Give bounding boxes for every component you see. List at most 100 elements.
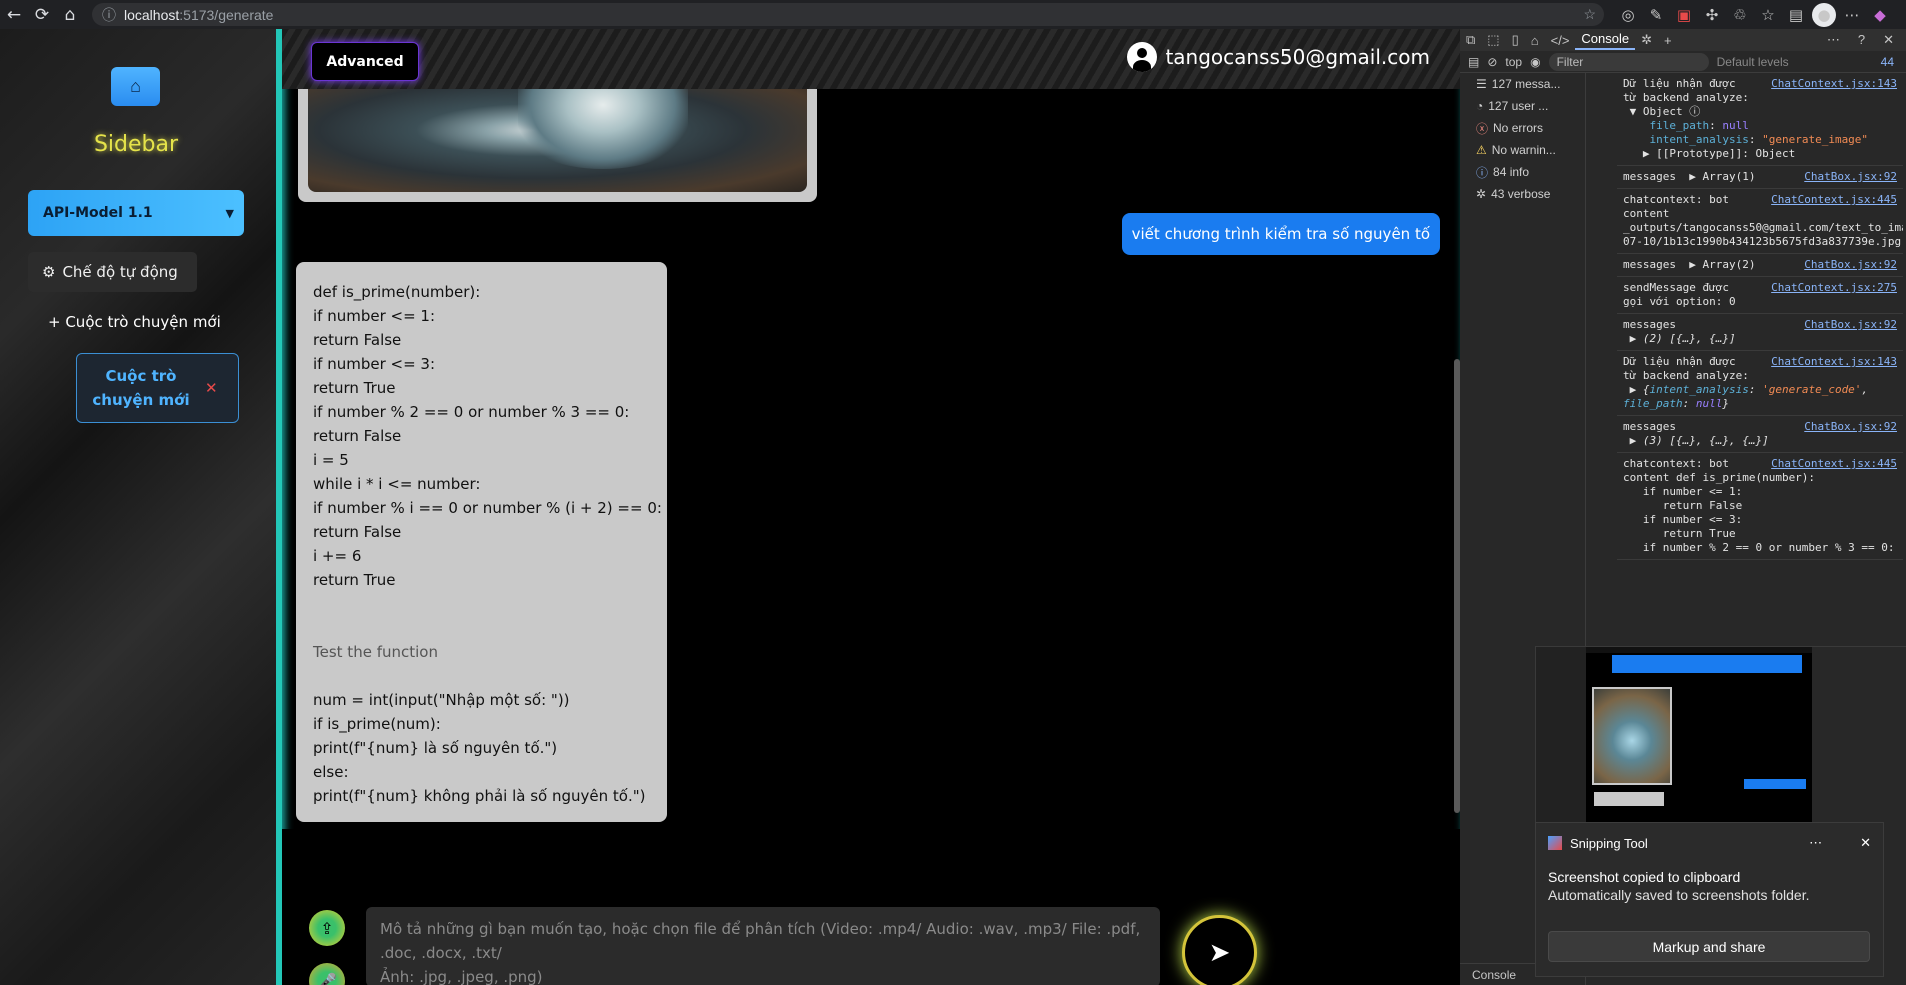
code-line: i += 6 [313,547,362,565]
sidebar-toggle-icon[interactable]: ▤ [1468,55,1479,69]
bookmark-star-icon[interactable]: ☆ [1583,6,1596,23]
info-icon: ⓘ [1476,165,1489,180]
clear-console-icon[interactable]: ⊘ [1487,55,1497,69]
eye-icon[interactable]: ◉ [1530,55,1540,69]
console-filter-item[interactable]: ✲ 43 verbose [1460,183,1585,205]
console-filter-label: 43 verbose [1491,187,1551,201]
home-icon[interactable]: ⌂ [56,0,84,29]
favorites-icon[interactable]: ☆ [1756,3,1780,27]
code-line: if number <= 1: [313,307,436,325]
send-button[interactable]: ➤ [1182,915,1257,985]
advanced-button[interactable]: Advanced [311,42,419,81]
chevron-down-icon: ▼ [225,206,234,220]
context-select[interactable]: top [1505,55,1522,69]
copilot-icon[interactable]: ◆ [1868,3,1892,27]
extension-icon[interactable]: ▣ [1672,3,1696,27]
delete-chat-icon[interactable]: ✕ [205,379,218,397]
debugger-icon[interactable]: ✲ [1635,32,1658,48]
close-icon[interactable]: ✕ [1877,32,1900,48]
code-line: print(f"{num} là số nguyên tố.") [313,739,558,757]
console-filter-item[interactable]: ⓧ No errors [1460,117,1585,139]
screenshot-thumbnail[interactable] [1535,646,1906,823]
source-link[interactable]: ChatContext.jsx:445 [1771,193,1897,207]
browser-toolbar: ← ⟳ ⌂ ⓘ localhost:5173/generate ☆ ◎ ✎ ▣ … [0,0,1906,29]
home-button[interactable]: ⌂ [111,67,160,106]
profile-avatar[interactable]: ● [1812,2,1836,27]
filter-placeholder: Filter [1556,54,1584,69]
bot-code-message: def is_prime(number): if number <= 1: re… [296,262,667,822]
sidebar: ⌂ Sidebar API-Model 1.1 ▼ ⚙ Chế độ tự độ… [0,29,276,985]
source-link[interactable]: ChatContext.jsx:143 [1771,355,1897,369]
new-chat-button[interactable]: + Cuộc trò chuyện mới [48,313,221,331]
attach-file-button[interactable]: ⇪ [309,910,345,946]
pen-icon[interactable]: ✎ [1644,3,1668,27]
model-select[interactable]: API-Model 1.1 ▼ [28,190,244,236]
source-link[interactable]: ChatBox.jsx:92 [1804,318,1897,332]
warning-icon: ⚠ [1476,143,1487,157]
bug-icon: ✲ [1476,187,1487,201]
reload-icon[interactable]: ⟳ [28,0,56,29]
auto-mode-button[interactable]: ⚙ Chế độ tự động [28,252,197,292]
source-link[interactable]: ChatContext.jsx:143 [1771,77,1897,91]
code-line: return False [313,331,402,349]
code-line: else: [313,763,349,781]
toast-message: Screenshot copied to clipboard [1548,869,1741,885]
extension-icon[interactable]: ◎ [1616,3,1640,27]
elements-icon[interactable]: </> [1545,33,1576,48]
console-filter-item[interactable]: ⓘ 84 info [1460,161,1585,183]
generated-image[interactable] [308,89,807,192]
chat-item-label-line1: Cuộc trò [105,367,177,385]
console-filter-item[interactable]: ⚠ No warnin... [1460,139,1585,161]
console-filter-item[interactable]: ◔ 127 user ... [1460,95,1585,117]
toast-title: Snipping Tool [1570,835,1648,851]
prompt-input[interactable]: Mô tả những gì bạn muốn tạo, hoặc chọn f… [366,907,1160,985]
add-tab-icon[interactable]: + [1658,33,1678,48]
dock-icon[interactable]: ▯ [1506,32,1525,48]
markup-and-share-button[interactable]: Markup and share [1548,931,1870,962]
thumbnail-message [1594,792,1664,806]
console-filter-label: 84 info [1493,165,1530,179]
filter-input[interactable]: Filter [1548,52,1709,71]
microphone-button[interactable]: 🎤 [309,963,345,985]
collections-icon[interactable]: ▤ [1784,3,1808,27]
welcome-icon[interactable]: ⌂ [1525,33,1545,48]
source-link[interactable]: ChatBox.jsx:92 [1804,258,1897,272]
address-bar[interactable]: ⓘ localhost:5173/generate ☆ [92,3,1604,26]
toast-subtext: Automatically saved to screenshots folde… [1548,887,1810,903]
console-filter-item[interactable]: ☰ 127 messa... [1460,73,1585,95]
source-link[interactable]: ChatContext.jsx:275 [1771,281,1897,295]
puzzle-icon[interactable]: ✣ [1700,3,1724,27]
help-icon[interactable]: ? [1852,32,1871,48]
more-icon[interactable]: ⋯ [1821,32,1846,48]
source-link[interactable]: ChatBox.jsx:92 [1804,170,1897,184]
code-comment: Test the function [313,643,438,661]
prompt-placeholder-line2: Ảnh: .jpg, .jpeg, .png) [380,968,543,985]
log-entry: messages ChatBox.jsx:92 ▶ (3) [{…}, {…},… [1617,416,1903,453]
more-icon[interactable]: ⋯ [1809,835,1822,851]
levels-select[interactable]: Default levels [1717,55,1789,69]
close-icon[interactable]: ✕ [1860,835,1871,851]
chat-list-item[interactable]: Cuộc trò chuyện mới ✕ [76,353,239,423]
user-info: tangocanss50@gmail.com [1127,42,1430,72]
console-filter-label: No warnin... [1491,143,1556,157]
split-screen-icon[interactable]: ♲ [1728,3,1752,27]
drawer-console-tab[interactable]: Console [1460,963,1535,985]
user-avatar-icon [1127,42,1158,72]
source-link[interactable]: ChatContext.jsx:445 [1771,457,1897,471]
device-toolbar-icon[interactable]: ⧉ [1460,32,1481,48]
source-link[interactable]: ChatBox.jsx:92 [1804,420,1897,434]
prompt-placeholder-line1: Mô tả những gì bạn muốn tạo, hoặc chọn f… [380,920,1141,962]
user-icon: ◔ [1476,99,1484,113]
info-icon[interactable]: ⓘ [102,5,116,25]
console-filter-label: 127 messa... [1491,77,1561,91]
tab-console[interactable]: Console [1575,31,1636,50]
issues-badge[interactable]: 44 [1881,55,1894,69]
back-icon[interactable]: ← [0,0,28,29]
log-entry: chatcontext: bot ChatContext.jsx:445 cont… [1617,453,1903,560]
console-filter-label: 127 user ... [1488,99,1549,113]
inspect-icon[interactable]: ⬚ [1481,32,1505,48]
more-icon[interactable]: ⋯ [1840,3,1864,27]
